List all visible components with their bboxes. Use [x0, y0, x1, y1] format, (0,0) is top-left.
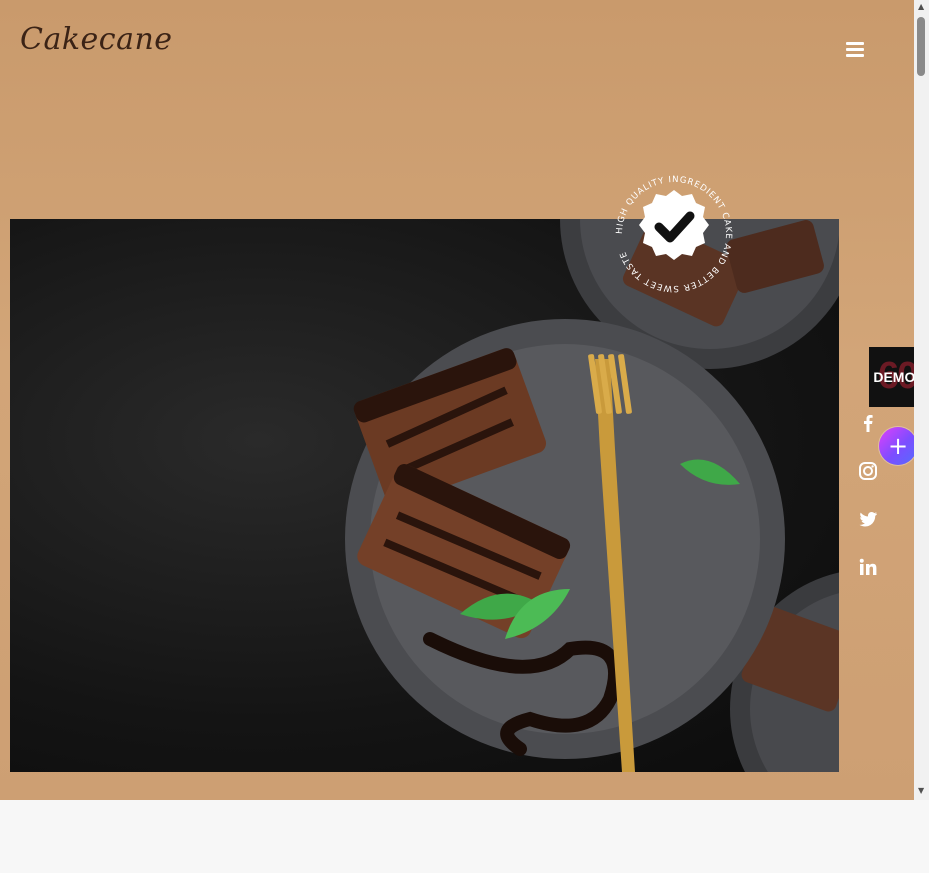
cake-photo-illustration	[345, 219, 839, 772]
scroll-thumb[interactable]	[917, 17, 925, 76]
instagram-icon[interactable]	[857, 460, 879, 482]
scroll-up-arrow-icon[interactable]: ▲	[918, 2, 924, 11]
quality-badge: HIGH QUALITY INGREDIENT CAKE AND BETTER …	[610, 170, 738, 298]
page-scrollbar[interactable]: ▲ ▼	[914, 0, 929, 800]
hero-image	[10, 219, 839, 772]
site-logo[interactable]: Cakecane	[20, 22, 173, 57]
hamburger-menu-icon[interactable]	[846, 42, 864, 58]
facebook-icon[interactable]	[857, 412, 879, 434]
check-icon	[639, 190, 709, 260]
hero-section: Cakecane HIGH QUALITY INGREDIENT CAKE AN…	[0, 0, 914, 800]
scroll-down-arrow-icon[interactable]: ▼	[918, 786, 924, 795]
linkedin-icon[interactable]	[857, 556, 879, 578]
twitter-icon[interactable]	[857, 508, 879, 530]
add-button[interactable]: +	[879, 427, 917, 465]
